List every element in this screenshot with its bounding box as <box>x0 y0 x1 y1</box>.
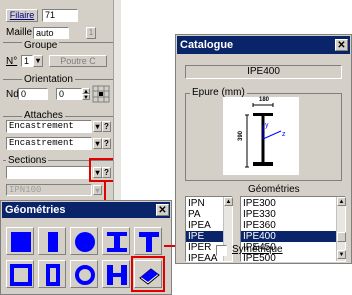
filaire-number-field[interactable]: 71 <box>42 9 78 22</box>
groupe-title: Groupe <box>22 40 60 51</box>
size-scroll-thumb[interactable] <box>337 232 346 242</box>
orientation-grid-icon[interactable] <box>92 85 110 103</box>
attache-end-help-button[interactable]: ? <box>102 138 111 149</box>
selected-profile-label: IPE400 <box>185 65 342 79</box>
element-properties-panel: Filaire 71 Maille auto 1 Groupe N° 1 ▾ P… <box>0 0 121 200</box>
size-list-scrollbar[interactable]: ▲ ▼ <box>336 197 346 261</box>
geometries-title: Géométries <box>5 204 66 216</box>
catalogue-titlebar: Catalogue <box>177 36 350 54</box>
maille-label: Maille <box>6 27 33 38</box>
filled-square-tool-icon[interactable] <box>6 227 34 255</box>
geometries-titlebar: Géométries <box>2 202 170 218</box>
family-scroll-up-icon[interactable]: ▲ <box>224 197 233 206</box>
attache-start-dropdown[interactable]: ▾ <box>93 121 102 132</box>
nd-label: Nd <box>6 89 19 100</box>
dim-width-text: 180 <box>259 97 270 103</box>
i-beam-tool-icon[interactable] <box>102 227 130 255</box>
symetrique-text: Symétrique <box>232 244 283 255</box>
symetrique-label: Symétrique <box>232 244 283 255</box>
h-beam-tool-icon[interactable] <box>102 260 130 288</box>
size-list-item[interactable]: IPE300 <box>241 198 345 209</box>
groupe-number-field[interactable]: 1 <box>21 55 33 67</box>
hollow-square-tool-icon[interactable] <box>6 260 34 288</box>
geometries-window: Géométries ✕ <box>0 200 172 295</box>
sections-title: Sections <box>6 155 49 166</box>
hollow-rectangle-tool-icon[interactable] <box>38 260 66 288</box>
catalogue-geometries-label: Géométries <box>248 184 300 195</box>
poutre-c-button[interactable]: Poutre C <box>49 55 107 67</box>
geometries-close-icon[interactable]: ✕ <box>156 204 169 216</box>
filled-circle-tool-icon[interactable] <box>70 227 98 255</box>
catalogue-window: Catalogue ✕ IPE400 Epure (mm) 180 390 y … <box>175 34 352 264</box>
orientation-title: Orientation <box>22 74 75 85</box>
size-scroll-up-icon[interactable]: ▲ <box>337 197 346 206</box>
maille-field[interactable]: auto <box>33 27 69 39</box>
axis-y-text: y <box>265 122 269 129</box>
orientation-angle-field[interactable]: 0 <box>56 88 82 100</box>
section-drawing <box>223 97 299 175</box>
nd-field[interactable]: 0 <box>18 88 48 100</box>
attache-start-help-button[interactable]: ? <box>102 121 111 132</box>
attache-end-field[interactable]: Encastrement <box>6 137 92 150</box>
filaire-button[interactable]: Filaire <box>6 9 38 22</box>
groupe-divider <box>3 42 119 43</box>
hollow-circle-tool-icon[interactable] <box>70 260 98 288</box>
size-scroll-down-icon[interactable]: ▼ <box>337 250 346 259</box>
size-list-item[interactable]: IPE400 <box>241 231 345 242</box>
maille-count-button[interactable]: 1 <box>86 27 96 39</box>
size-list-item[interactable]: IPE360 <box>241 220 345 231</box>
catalogue-tool-highlight <box>131 256 165 292</box>
section-disabled-field: IPN100 <box>6 184 92 196</box>
attache-start-field[interactable]: Encastrement <box>6 120 92 133</box>
dim-height-text: 390 <box>238 130 244 141</box>
filled-rectangle-tool-icon[interactable] <box>38 227 66 255</box>
axis-z-text: z <box>282 131 286 138</box>
section-field[interactable] <box>6 166 92 179</box>
size-list-item[interactable]: IPE330 <box>241 209 345 220</box>
symetrique-checkbox[interactable] <box>216 245 227 256</box>
catalogue-title: Catalogue <box>180 39 234 51</box>
groupe-dropdown-button[interactable]: ▾ <box>33 55 43 67</box>
attache-end-dropdown[interactable]: ▾ <box>93 138 102 149</box>
catalogue-close-icon[interactable]: ✕ <box>335 39 348 51</box>
groupe-number-label: N° <box>6 56 18 67</box>
angle-down-icon[interactable]: ▼ <box>82 94 90 101</box>
t-beam-tool-icon[interactable] <box>134 227 162 255</box>
panel-scrollbar[interactable] <box>113 0 121 200</box>
